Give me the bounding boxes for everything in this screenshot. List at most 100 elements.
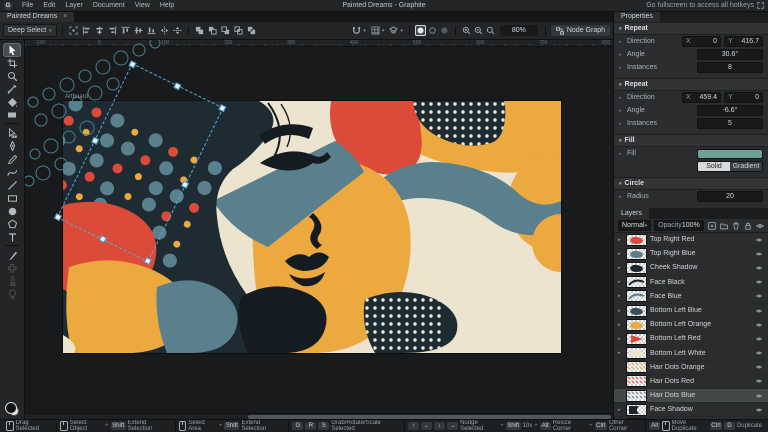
boolean-union-icon[interactable] [194,25,205,36]
layer-row-cheek-shadow[interactable]: ▸Cheek Shadow [614,261,768,275]
align-top-icon[interactable] [120,25,131,36]
navigate-tool[interactable] [4,70,20,82]
layer-expand-icon[interactable]: ▸ [618,237,623,243]
layer-expand-icon[interactable]: ▸ [618,251,623,257]
opacity-field[interactable]: Opacity 100% [654,220,704,231]
layer-visibility-icon[interactable] [754,349,764,358]
menu-item-help[interactable]: Help [155,2,179,9]
layer-row-face-black[interactable]: ▸Face Black [614,276,768,290]
layer-expand-icon[interactable]: ▸ [618,336,623,342]
zoom-reset-icon[interactable] [485,25,496,36]
new-layer-icon[interactable] [707,221,717,231]
menu-item-edit[interactable]: Edit [38,2,60,9]
layer-visibility-icon[interactable] [754,391,764,400]
lock-layer-icon[interactable] [743,221,753,231]
rectangle-tool[interactable] [4,192,20,204]
layer-row-bottom-left-white[interactable]: ▸Bottom Left White [614,347,768,361]
ellipse-tool[interactable] [4,205,20,217]
layer-row-bottom-left-orange[interactable]: ▸Bottom Left Orange [614,318,768,332]
eyedropper-tool[interactable] [4,83,20,95]
section-header-fill[interactable]: ▾Fill [614,134,768,147]
layer-visibility-icon[interactable] [754,235,764,244]
artboard-label[interactable]: Artboard [65,94,88,100]
layer-row-hair-dots-blue[interactable]: Hair Dots Blue [614,389,768,403]
working-colors[interactable] [5,402,19,416]
primary-color-swatch[interactable] [5,402,17,414]
direction-x-field[interactable]: X0 [682,36,721,47]
chevron-right-icon[interactable]: ▸ [619,121,624,127]
fill-color-swatch[interactable] [697,149,763,159]
layer-visibility-icon[interactable] [754,405,764,414]
layer-row-face-shadow[interactable]: ▸Face Shadow [614,403,768,417]
chevron-right-icon[interactable]: ▸ [619,52,624,58]
layer-visibility-icon[interactable] [754,278,764,287]
snapping-dropdown[interactable]: ▾ [350,25,367,36]
boolean-difference-icon[interactable] [246,25,257,36]
view-normal-button[interactable] [415,25,426,36]
solid-button[interactable]: Solid [698,162,730,171]
layer-row-hair-dots-red[interactable]: Hair Dots Red [614,375,768,389]
layer-visibility-icon[interactable] [754,249,764,258]
view-outline-button[interactable] [427,25,438,36]
flip-horizontal-icon[interactable] [159,25,170,36]
chevron-right-icon[interactable]: ▸ [619,95,624,101]
layer-expand-icon[interactable]: ▸ [618,279,623,285]
boolean-intersect-icon[interactable] [233,25,244,36]
view-pixels-button[interactable] [439,25,450,36]
layer-row-face-blue[interactable]: ▸Face Blue [614,290,768,304]
align-right-icon[interactable] [107,25,118,36]
layer-expand-icon[interactable]: ▸ [618,350,623,356]
brush-tool[interactable] [4,249,20,261]
tab-close-icon[interactable]: × [63,13,67,20]
align-center-v-icon[interactable] [133,25,144,36]
instances-field[interactable]: 8 [697,62,763,73]
visibility-icon[interactable] [755,221,765,231]
section-header-repeat-2[interactable]: ▾Repeat [614,78,768,91]
selection-handle[interactable] [54,213,62,221]
zoom-level-field[interactable]: 80% [500,25,538,36]
layer-visibility-icon[interactable] [754,377,764,386]
chevron-right-icon[interactable]: ▸ [619,39,624,45]
document-tab[interactable]: Painted Dreams × [0,11,75,22]
instances-field[interactable]: 5 [697,118,763,129]
tab-properties[interactable]: Properties [614,11,660,22]
boolean-subtract-front-icon[interactable] [207,25,218,36]
layer-visibility-icon[interactable] [754,320,764,329]
chevron-right-icon[interactable]: ▸ [619,65,624,71]
zoom-out-icon[interactable] [473,25,484,36]
direction-y-field[interactable]: Y416.7 [724,36,763,47]
layer-row-bottom-left-blue[interactable]: ▸Bottom Left Blue [614,304,768,318]
grid-dropdown[interactable]: ▾ [369,25,386,36]
viewport-canvas[interactable]: -1000100200300400500600700800 Artboard [25,40,613,420]
path-tool[interactable] [4,127,20,139]
align-bottom-icon[interactable] [146,25,157,36]
selection-handle[interactable] [128,60,136,68]
node-graph-button[interactable]: Node Graph [551,25,610,36]
tab-layers[interactable]: Layers [614,208,649,219]
menu-item-layer[interactable]: Layer [60,2,88,9]
layer-row-bottom-left-red[interactable]: ▸Bottom Left Red [614,332,768,346]
select-tool[interactable] [4,44,20,56]
chevron-right-icon[interactable]: ▸ [619,194,624,200]
chevron-right-icon[interactable]: ▸ [619,108,624,114]
menu-item-view[interactable]: View [130,2,155,9]
selection-mode-dropdown[interactable]: Deep Select ▾ [3,24,57,37]
layer-visibility-icon[interactable] [754,334,764,343]
radius-field[interactable]: 20 [697,191,763,202]
layer-visibility-icon[interactable] [754,263,764,272]
align-left-icon[interactable] [81,25,92,36]
layer-expand-icon[interactable]: ▸ [618,308,623,314]
pen-tool[interactable] [4,140,20,152]
layer-row-top-right-blue[interactable]: ▸Top Right Blue [614,247,768,261]
layer-visibility-icon[interactable] [754,363,764,372]
flip-vertical-icon[interactable] [172,25,183,36]
new-folder-icon[interactable] [719,221,729,231]
layer-visibility-icon[interactable] [754,306,764,315]
layer-expand-icon[interactable]: ▸ [618,265,623,271]
align-center-h-icon[interactable] [94,25,105,36]
artboard-tool[interactable] [4,57,20,69]
selection-handle[interactable] [173,82,181,90]
polygon-tool[interactable] [4,218,20,230]
direction-y-field[interactable]: Y0 [724,92,763,103]
gradient-tool[interactable] [4,109,20,121]
